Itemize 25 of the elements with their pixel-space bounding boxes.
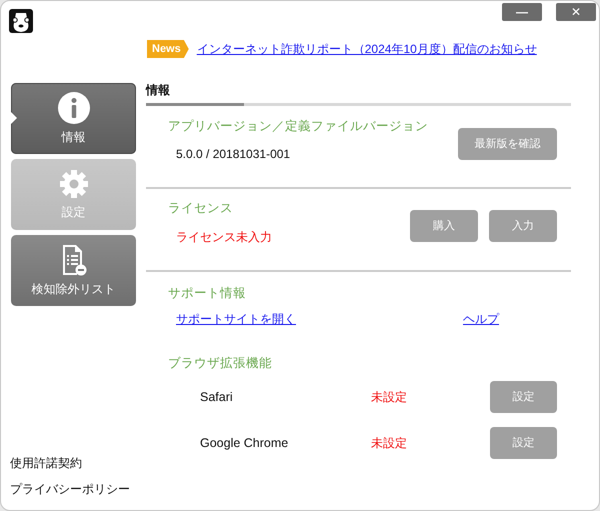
minimize-button[interactable]: — bbox=[502, 3, 542, 21]
browser-name: Google Chrome bbox=[199, 434, 290, 452]
extension-status: 未設定 bbox=[371, 435, 408, 452]
news-link[interactable]: インターネット詐欺リポート（2024年10月度）配信のお知らせ bbox=[196, 40, 537, 58]
extension-status: 未設定 bbox=[371, 389, 408, 406]
news-badge: News bbox=[147, 40, 189, 58]
dog-logo-icon bbox=[9, 9, 33, 33]
support-link[interactable]: ヘルプ bbox=[463, 310, 499, 328]
sidebar-tab[interactable]: 情報 bbox=[11, 83, 136, 154]
section-title: アプリバージョン／定義ファイルバージョン bbox=[168, 118, 428, 135]
support-link[interactable]: サポートサイトを開く bbox=[176, 310, 463, 328]
section-title: ライセンス bbox=[168, 200, 234, 217]
footer-link[interactable]: プライバシーポリシー bbox=[10, 480, 130, 498]
gear-icon bbox=[58, 168, 88, 198]
section-title: サポート情報 bbox=[168, 284, 247, 302]
sidebar-tab[interactable]: 検知除外リスト bbox=[11, 235, 136, 306]
selection-pointer-icon bbox=[11, 112, 17, 124]
section-tab[interactable]: 情報 bbox=[146, 59, 571, 103]
version-text: 5.0.0 / 20181031-001 bbox=[175, 146, 292, 163]
license-status: ライセンス未入力 bbox=[175, 228, 272, 246]
footer-link[interactable]: 使用許諾契約 bbox=[10, 454, 130, 472]
info-icon bbox=[58, 92, 90, 124]
browser-name: Safari bbox=[199, 388, 234, 406]
close-button[interactable]: ✕ bbox=[556, 3, 596, 21]
section-title: ブラウザ拡張機能 bbox=[168, 355, 273, 372]
